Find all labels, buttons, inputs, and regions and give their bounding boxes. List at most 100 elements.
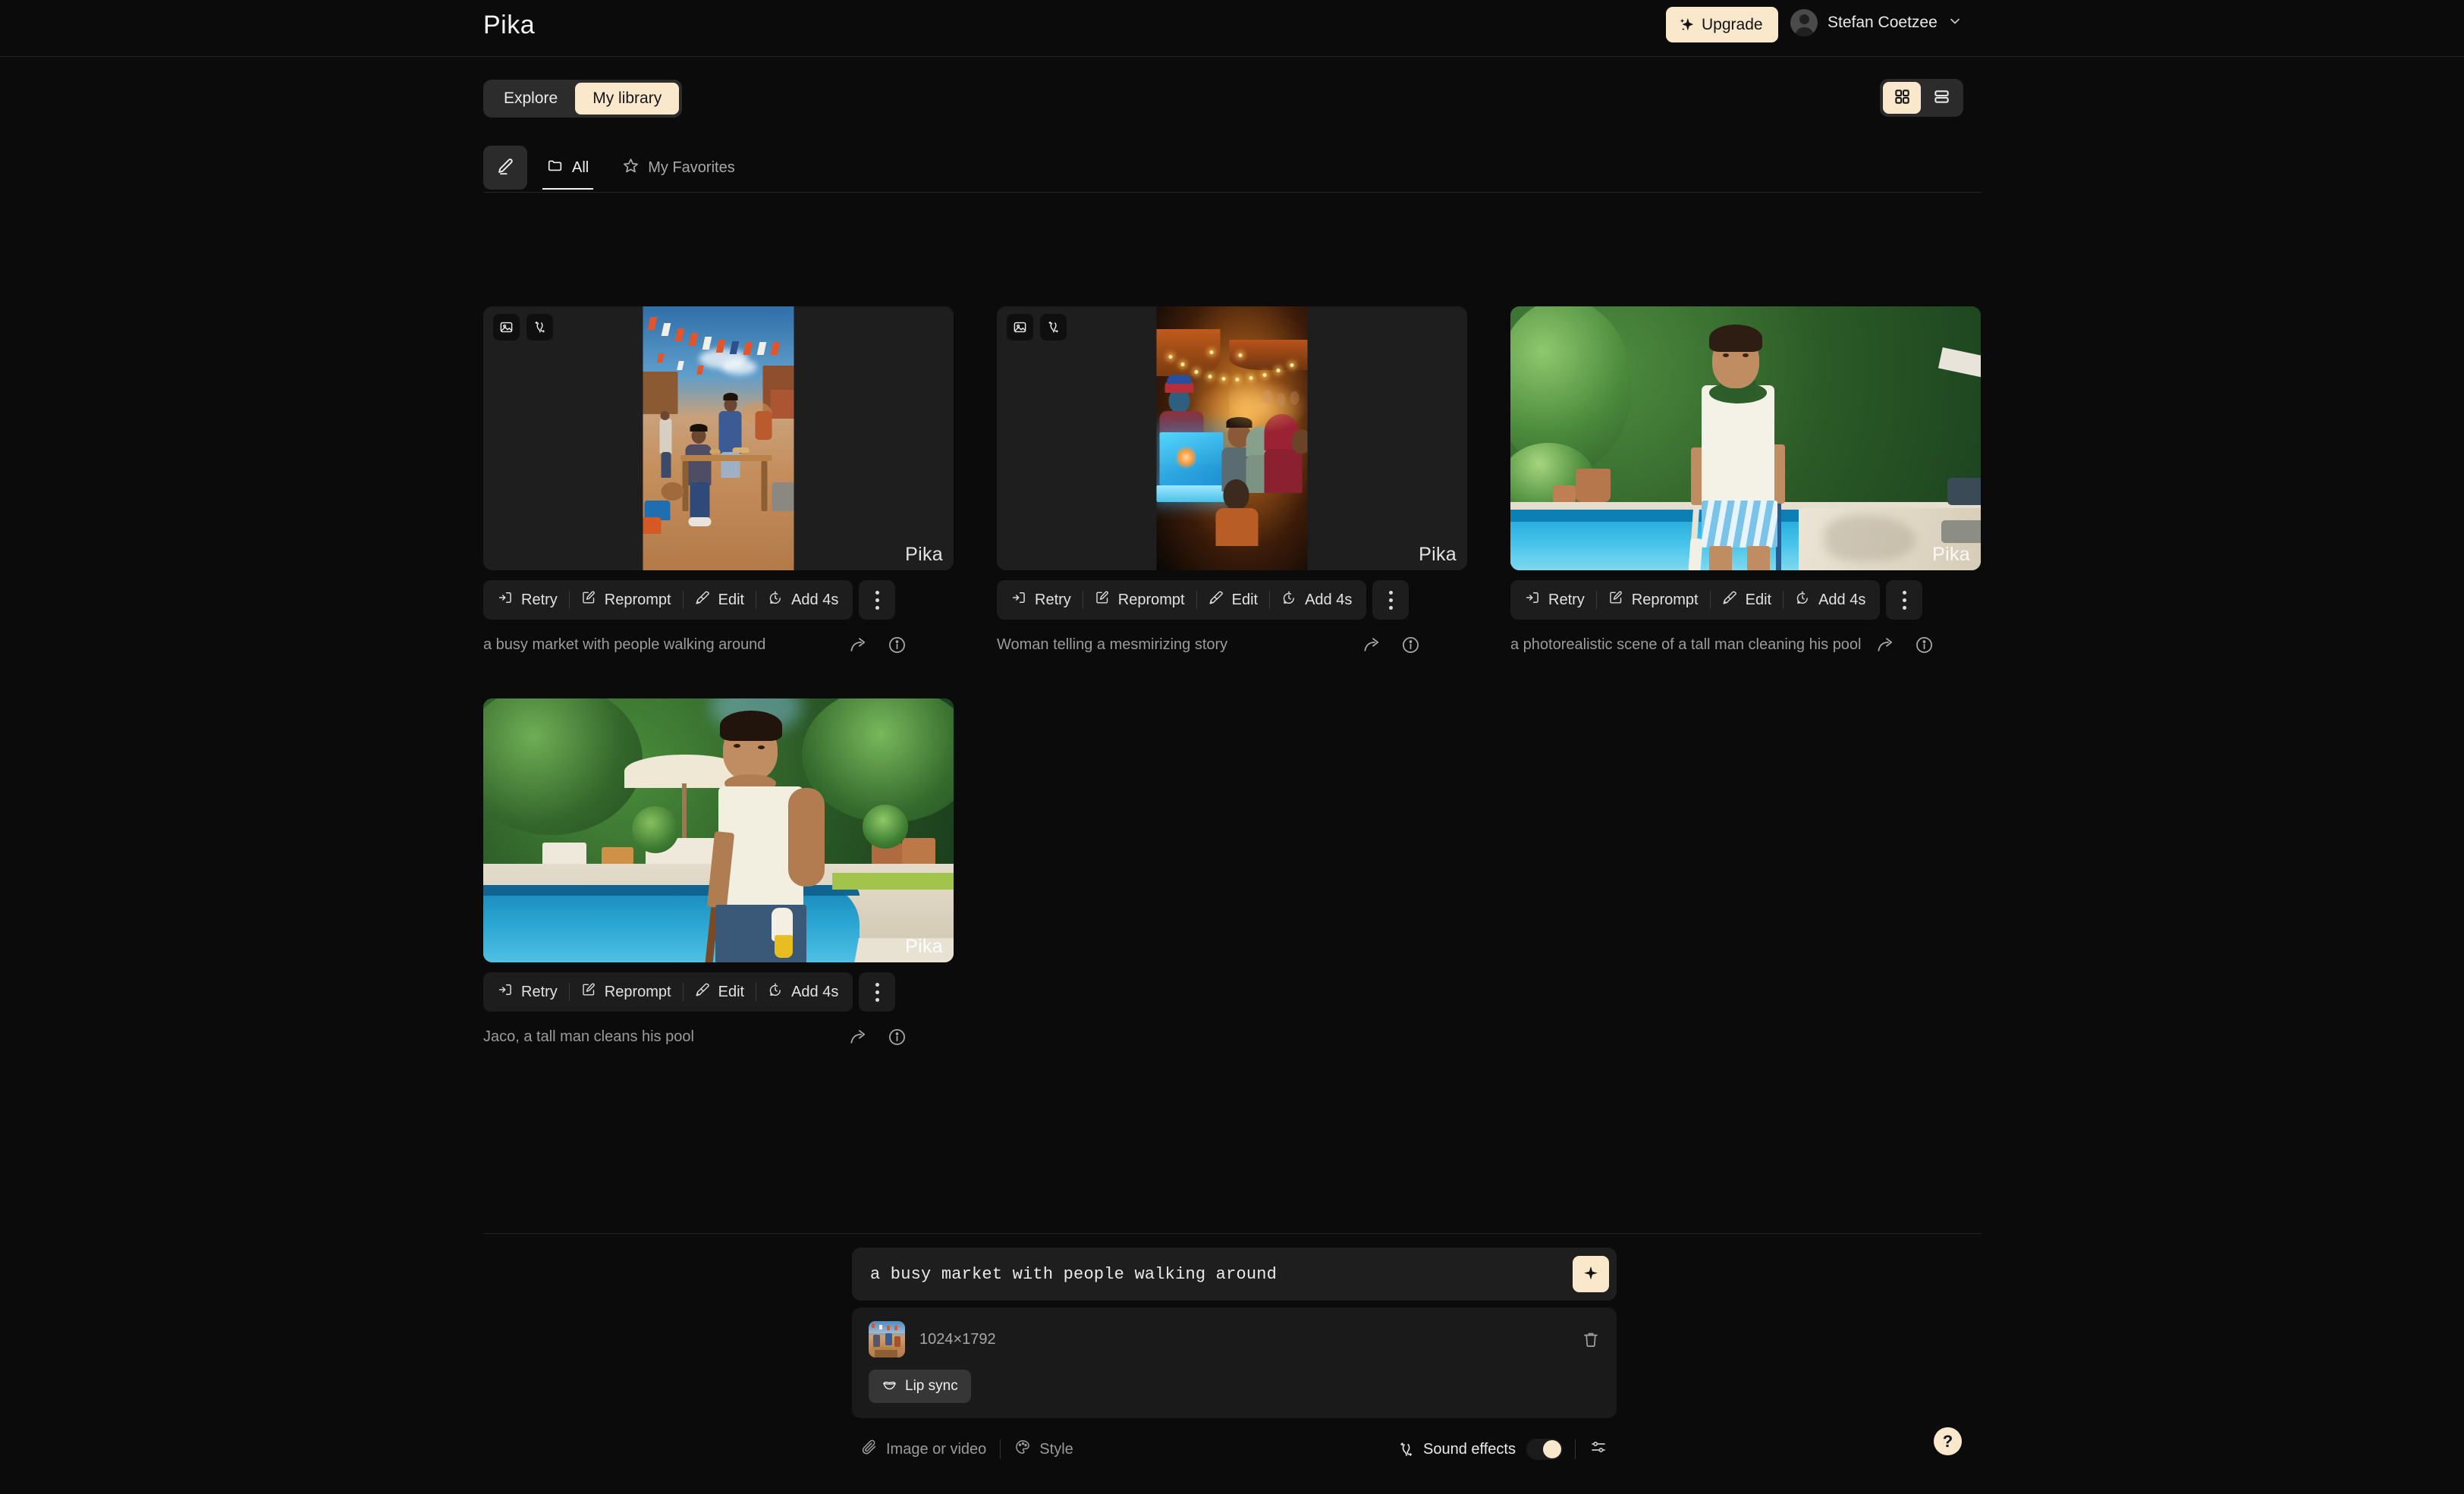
retry-button[interactable]: Retry — [1513, 583, 1596, 617]
style-label: Style — [1039, 1440, 1073, 1458]
upgrade-label: Upgrade — [1702, 15, 1763, 33]
timer-icon — [768, 982, 783, 1002]
edit-label: Edit — [1745, 591, 1772, 608]
card-caption: Jaco, a tall man cleans his pool — [483, 1028, 694, 1046]
account-menu[interactable]: Stefan Coetzee — [1790, 9, 1963, 36]
attachment-row: 1024×1792 — [869, 1321, 1600, 1357]
folder-icon — [547, 157, 564, 178]
card-caption-icons — [849, 634, 907, 654]
lips-icon — [882, 1376, 897, 1397]
info-button[interactable] — [888, 636, 907, 654]
edit-button[interactable]: Edit — [1197, 583, 1269, 617]
action-group: Retry Reprompt Edit Add 4s — [483, 580, 853, 620]
video-thumbnail[interactable]: Pika — [1510, 306, 1981, 570]
filter-all-label: All — [572, 159, 589, 176]
brush-icon — [695, 982, 710, 1002]
share-button[interactable] — [1362, 636, 1381, 654]
list-view-button[interactable] — [1922, 82, 1960, 114]
image-or-video-button[interactable]: Image or video — [852, 1434, 995, 1464]
edit-label: Edit — [718, 983, 745, 1000]
tab-explore[interactable]: Explore — [486, 83, 575, 115]
upgrade-button[interactable]: Upgrade — [1666, 7, 1778, 42]
attachment-thumbnail[interactable] — [869, 1321, 905, 1357]
delete-attachment-button[interactable] — [1582, 1330, 1600, 1348]
prompt-input-box[interactable]: a busy market with people walking around — [852, 1248, 1617, 1301]
more-options-button[interactable] — [859, 580, 896, 620]
add-4s-button[interactable]: Add 4s — [756, 583, 850, 617]
reprompt-label: Reprompt — [1117, 591, 1185, 608]
card-caption-icons — [1876, 634, 1934, 654]
library-filter-bar: All My Favorites — [483, 146, 1982, 193]
retry-button[interactable]: Retry — [486, 583, 569, 617]
avatar — [1790, 9, 1818, 36]
pool-cleaning-scene-art — [483, 698, 954, 963]
more-options-button[interactable] — [859, 972, 896, 1012]
prompt-input[interactable]: a busy market with people walking around — [870, 1265, 1573, 1284]
attachment-dimensions: 1024×1792 — [919, 1330, 996, 1348]
tab-my-library[interactable]: My library — [575, 83, 680, 115]
video-thumbnail[interactable]: Pika — [997, 306, 1467, 570]
reprompt-button[interactable]: Reprompt — [570, 975, 683, 1009]
sound-wave-icon — [1040, 314, 1067, 341]
card-caption: a photorealistic scene of a tall man cle… — [1510, 636, 1862, 653]
share-button[interactable] — [849, 636, 868, 654]
library-grid: Pika Retry Reprompt Edit Add 4s a busy m… — [483, 306, 1982, 1048]
action-group: Retry Reprompt Edit Add 4s — [1510, 580, 1881, 620]
sound-effects-toggle[interactable] — [1526, 1439, 1563, 1460]
action-group: Retry Reprompt Edit Add 4s — [997, 580, 1367, 620]
card-badges — [1007, 314, 1067, 341]
pencil-icon — [495, 157, 515, 179]
reprompt-button[interactable]: Reprompt — [1083, 583, 1196, 617]
advanced-settings-button[interactable] — [1580, 1434, 1617, 1464]
view-mode-toggle — [1880, 79, 1963, 117]
share-button[interactable] — [849, 1028, 868, 1047]
new-folder-edit-button[interactable] — [483, 146, 527, 190]
edit-button[interactable]: Edit — [684, 975, 756, 1009]
brush-icon — [1208, 590, 1224, 610]
more-options-button[interactable] — [1886, 580, 1923, 620]
star-icon — [622, 157, 640, 179]
retry-button[interactable]: Retry — [486, 975, 569, 1009]
more-options-button[interactable] — [1372, 580, 1410, 620]
lip-sync-chip[interactable]: Lip sync — [869, 1370, 971, 1403]
edit-label: Edit — [718, 591, 745, 608]
video-thumbnail[interactable]: Pika — [483, 306, 954, 570]
share-button[interactable] — [1876, 636, 1895, 654]
image-icon — [493, 314, 520, 341]
brand-logo[interactable]: Pika — [483, 11, 535, 40]
library-card: Pika Retry — [483, 306, 954, 655]
enhance-prompt-button[interactable] — [1573, 1256, 1609, 1292]
add-4s-button[interactable]: Add 4s — [1270, 583, 1363, 617]
list-icon — [1933, 88, 1950, 108]
info-button[interactable] — [1401, 636, 1420, 654]
grid-view-button[interactable] — [1883, 82, 1921, 114]
timer-icon — [1795, 590, 1810, 610]
retry-button[interactable]: Retry — [1000, 583, 1083, 617]
filter-all[interactable]: All — [542, 146, 594, 190]
attachment-panel: 1024×1792 Lip sync — [852, 1307, 1617, 1418]
edit-label: Edit — [1231, 591, 1259, 608]
timer-icon — [768, 590, 783, 610]
edit-button[interactable]: Edit — [684, 583, 756, 617]
edit-button[interactable]: Edit — [1711, 583, 1783, 617]
card-caption-row: Jaco, a tall man cleans his pool — [483, 1026, 954, 1047]
library-card: Pika Retry — [1510, 306, 1981, 655]
style-button[interactable]: Style — [1005, 1434, 1082, 1464]
video-thumbnail[interactable]: Pika — [483, 698, 954, 963]
reprompt-button[interactable]: Reprompt — [1597, 583, 1710, 617]
toggle-knob — [1543, 1440, 1561, 1458]
add-4s-button[interactable]: Add 4s — [756, 975, 850, 1009]
watermark: Pika — [905, 544, 943, 565]
filter-my-favorites[interactable]: My Favorites — [618, 146, 739, 190]
market-scene-art — [643, 306, 794, 570]
info-button[interactable] — [1915, 636, 1934, 654]
add-4s-button[interactable]: Add 4s — [1784, 583, 1877, 617]
watermark: Pika — [1932, 544, 1970, 565]
help-button[interactable]: ? — [1934, 1427, 1962, 1455]
card-badges — [493, 314, 553, 341]
info-button[interactable] — [888, 1028, 907, 1047]
reprompt-button[interactable]: Reprompt — [570, 583, 683, 617]
paperclip-icon — [861, 1439, 878, 1460]
card-caption: Woman telling a mesmirizing story — [997, 636, 1228, 653]
pika-app-window: Pika Upgrade Stefan Coetzee Explore My l… — [0, 0, 2464, 1494]
